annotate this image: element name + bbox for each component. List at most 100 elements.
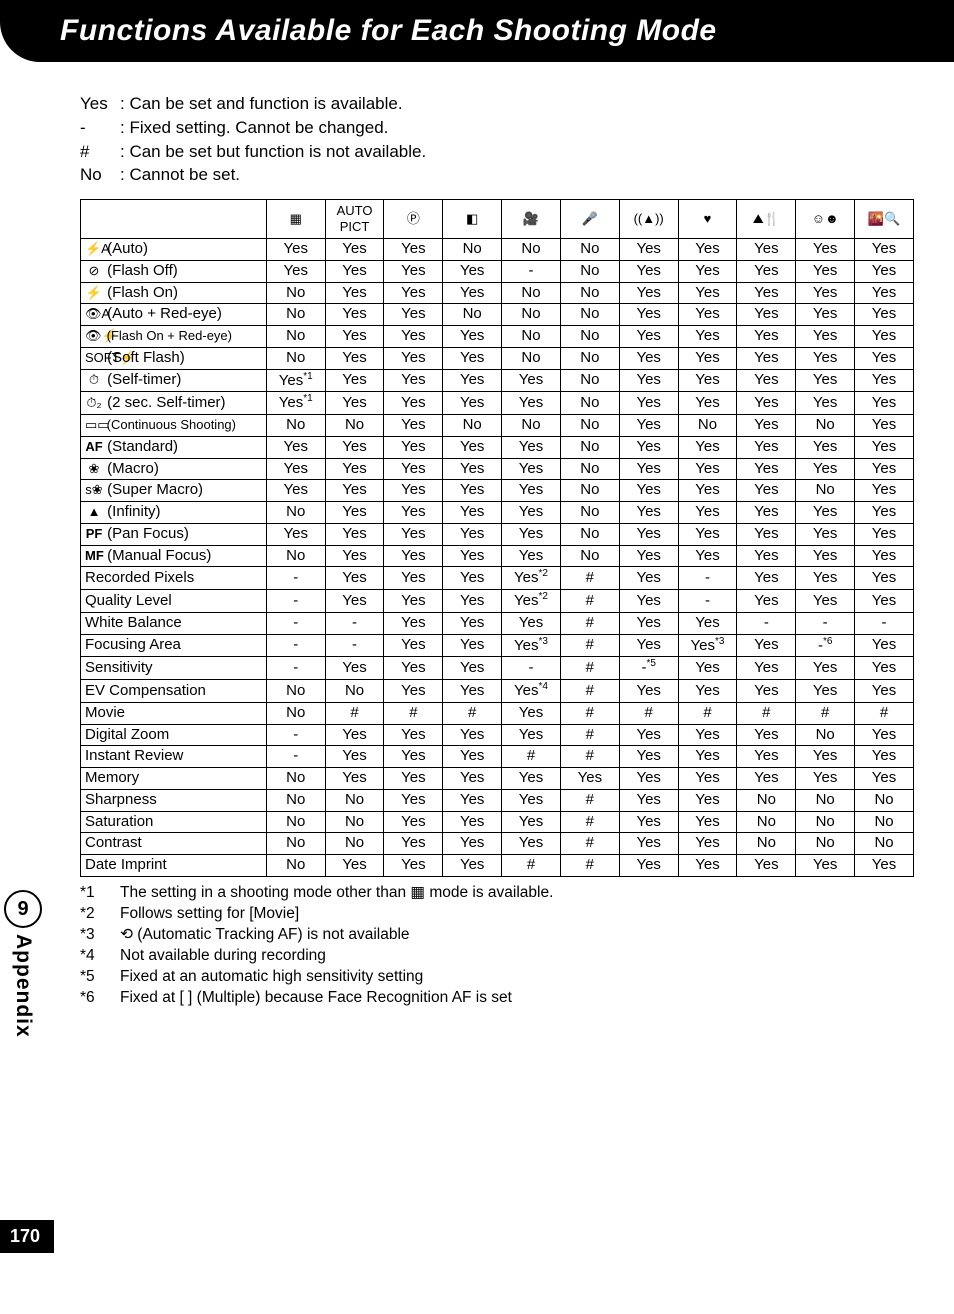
- cell: Yes: [737, 369, 796, 392]
- cell: -: [266, 634, 325, 657]
- cell: Yes: [502, 369, 561, 392]
- cell: Yes: [855, 458, 914, 480]
- row-label-text: (Macro): [107, 460, 159, 477]
- cell: Yes: [443, 789, 502, 811]
- cell: Yes: [443, 458, 502, 480]
- row-icon: ⏱: [85, 372, 103, 388]
- cell: Yes: [384, 724, 443, 746]
- cell: Yes: [737, 567, 796, 590]
- row-label: White Balance: [81, 612, 267, 634]
- row-label-text: Instant Review: [85, 747, 183, 764]
- cell: Yes: [384, 590, 443, 613]
- cell: #: [560, 746, 619, 768]
- cell: Yes: [384, 304, 443, 326]
- table-row: MF (Manual Focus)NoYesYesYesYesNoYesYesY…: [81, 545, 914, 567]
- table-row: 👁⚡ (Flash On + Red-eye)NoYesYesYesNoNoYe…: [81, 326, 914, 348]
- legend-key: Yes: [80, 92, 120, 116]
- cell: Yes: [443, 347, 502, 369]
- cell: No: [560, 347, 619, 369]
- table-row: ⚡ (Flash On)NoYesYesYesNoNoYesYesYesYesY…: [81, 282, 914, 304]
- cell: Yes: [796, 260, 855, 282]
- cell: Yes: [384, 347, 443, 369]
- cell: Yes: [619, 590, 678, 613]
- cell: No: [502, 304, 561, 326]
- cell: Yes: [796, 545, 855, 567]
- cell: Yes: [502, 480, 561, 502]
- cell: -*5: [619, 657, 678, 680]
- row-label: ⏱₂ (2 sec. Self-timer): [81, 392, 267, 415]
- cell: Yes: [325, 282, 384, 304]
- cell: Yes: [384, 855, 443, 877]
- cell: No: [560, 392, 619, 415]
- cell: Yes: [619, 282, 678, 304]
- cell: Yes: [796, 369, 855, 392]
- footnote: *6Fixed at [ ] (Multiple) because Face R…: [80, 988, 914, 1009]
- row-label-text: Sensitivity: [85, 659, 153, 676]
- footnote-key: *2: [80, 904, 120, 925]
- cell: Yes*3: [502, 634, 561, 657]
- cell: -: [855, 612, 914, 634]
- cell: No: [502, 347, 561, 369]
- cell: Yes: [384, 392, 443, 415]
- cell: No: [325, 811, 384, 833]
- cell: Yes: [619, 326, 678, 348]
- main-content: Yes: Can be set and function is availabl…: [80, 92, 914, 1008]
- cell: Yes: [678, 239, 737, 261]
- footnote-text: The setting in a shooting mode other tha…: [120, 883, 914, 904]
- cell: No: [855, 789, 914, 811]
- cell: Yes: [619, 545, 678, 567]
- cell: Yes: [619, 855, 678, 877]
- cell: No: [325, 680, 384, 703]
- cell: -: [678, 567, 737, 590]
- cell: Yes: [443, 260, 502, 282]
- legend-block: Yes: Can be set and function is availabl…: [80, 92, 914, 187]
- legend-row: No: Cannot be set.: [80, 163, 914, 187]
- cell: No: [796, 724, 855, 746]
- page-number: 170: [0, 1220, 54, 1253]
- cell: -: [325, 612, 384, 634]
- cell: Yes: [384, 282, 443, 304]
- cell: Yes: [384, 833, 443, 855]
- cell: Yes: [502, 545, 561, 567]
- cell: Yes: [384, 436, 443, 458]
- row-label: 👁⚡ (Flash On + Red-eye): [81, 326, 267, 348]
- row-label-text: Movie: [85, 704, 125, 721]
- cell: Yes: [737, 746, 796, 768]
- row-label: s❀ (Super Macro): [81, 480, 267, 502]
- cell: Yes: [796, 590, 855, 613]
- cell: No: [796, 415, 855, 437]
- cell: Yes: [384, 768, 443, 790]
- cell: Yes: [619, 502, 678, 524]
- cell: Yes: [325, 855, 384, 877]
- cell: Yes: [325, 392, 384, 415]
- cell: Yes: [325, 567, 384, 590]
- cell: Yes: [325, 724, 384, 746]
- footnotes: *1The setting in a shooting mode other t…: [80, 883, 914, 1009]
- cell: -: [266, 612, 325, 634]
- cell: Yes: [384, 634, 443, 657]
- cell: Yes: [384, 369, 443, 392]
- cell: Yes: [737, 657, 796, 680]
- cell: Yes: [325, 523, 384, 545]
- table-row: ⚡A (Auto)YesYesYesNoNoNoYesYesYesYesYes: [81, 239, 914, 261]
- cell: No: [678, 415, 737, 437]
- cell: #: [560, 724, 619, 746]
- row-label-text: (Soft Flash): [107, 349, 185, 366]
- row-label: ▭▭ (Continuous Shooting): [81, 415, 267, 437]
- cell: Yes: [678, 502, 737, 524]
- cell: No: [502, 326, 561, 348]
- footnote-key: *5: [80, 967, 120, 988]
- cell: -: [737, 612, 796, 634]
- cell: #: [619, 702, 678, 724]
- cell: Yes: [678, 680, 737, 703]
- cell: -: [502, 260, 561, 282]
- cell: Yes: [855, 436, 914, 458]
- cell: Yes: [855, 746, 914, 768]
- cell: No: [502, 282, 561, 304]
- legend-text: : Can be set and function is available.: [120, 92, 914, 116]
- cell: Yes: [796, 680, 855, 703]
- row-label-text: Digital Zoom: [85, 726, 169, 743]
- legend-text: : Fixed setting. Cannot be changed.: [120, 116, 914, 140]
- cell: Yes: [502, 724, 561, 746]
- cell: Yes: [443, 724, 502, 746]
